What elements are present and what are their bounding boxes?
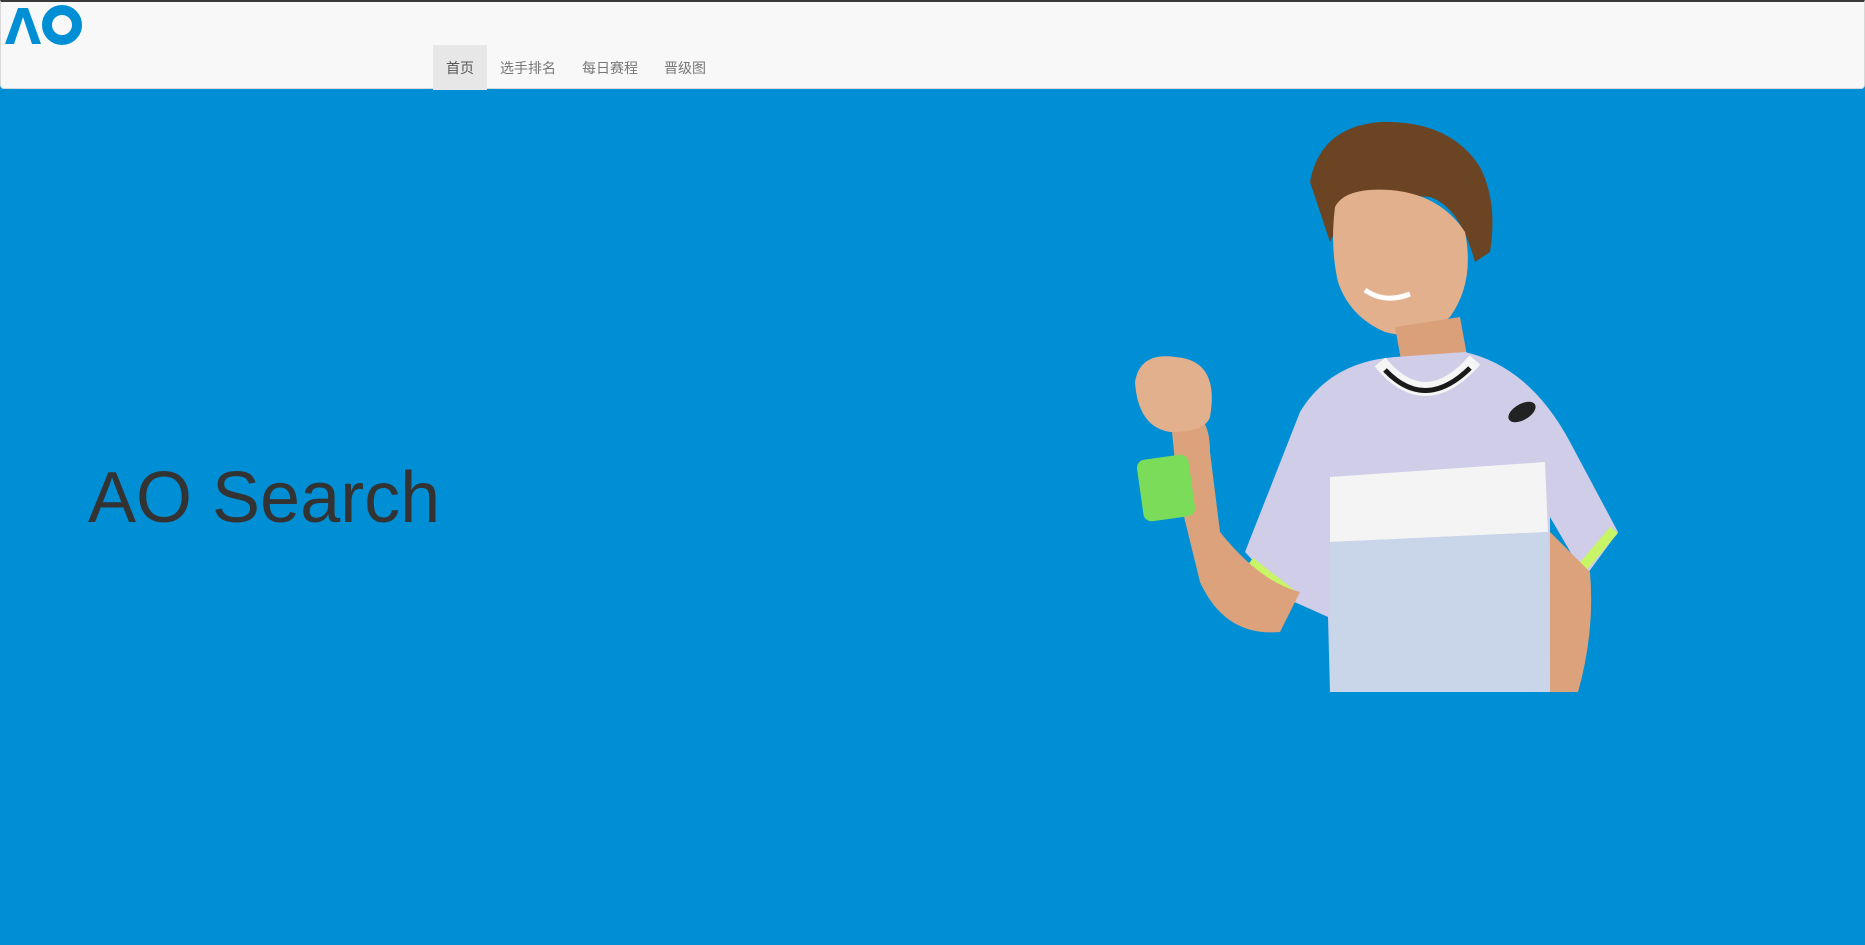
hero-title: AO Search xyxy=(88,458,441,538)
ao-logo[interactable] xyxy=(3,4,83,46)
nav-item-rankings[interactable]: 选手排名 xyxy=(487,45,569,90)
tennis-player-photo xyxy=(1135,121,1618,692)
main-nav: 首页 选手排名 每日赛程 晋级图 xyxy=(433,45,719,90)
nav-item-bracket[interactable]: 晋级图 xyxy=(651,45,719,90)
nav-item-schedule[interactable]: 每日赛程 xyxy=(569,45,651,90)
nav-item-home[interactable]: 首页 xyxy=(433,45,487,90)
top-navbar: 首页 选手排名 每日赛程 晋级图 xyxy=(0,0,1865,90)
